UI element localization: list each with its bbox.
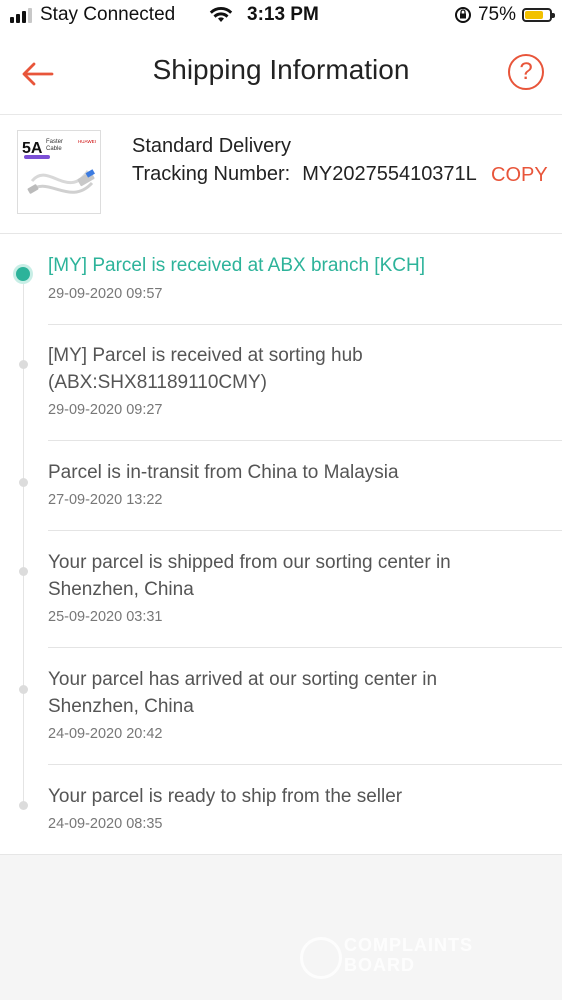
event-timestamp: 27-09-2020 13:22 [48,492,163,508]
event-description: Your parcel has arrived at our sorting c… [48,669,438,717]
product-thumbnail: 5A Faster Cable HUAWEI [17,130,101,214]
timeline-dot [19,478,28,487]
watermark-icon [300,937,342,979]
tracking-timeline: [MY] Parcel is received at ABX branch [K… [0,234,562,855]
thumb-brand: HUAWEI [78,139,96,144]
page-header: Shipping Information ? [0,32,562,115]
event-divider [48,764,562,765]
timeline-line [23,278,24,808]
delivery-info: 5A Faster Cable HUAWEI Standard Delivery… [0,115,562,234]
timeline-dot [19,685,28,694]
event-timestamp: 24-09-2020 20:42 [48,726,163,742]
timeline-dot [19,360,28,369]
delivery-method: Standard Delivery [132,135,291,157]
page-title: Shipping Information [152,54,410,85]
watermark-line2: BOARD [344,955,415,975]
event-description: [MY] Parcel is received at sorting hub (… [48,345,363,393]
event-description: Your parcel is shipped from our sorting … [48,552,451,600]
wifi-icon [209,6,233,22]
tracking-number: MY202755410371L [302,163,477,185]
status-time: 3:13 PM [247,4,319,25]
thumb-badge: 5A [22,140,43,157]
timeline-dot-active [16,267,30,281]
event-divider [48,324,562,325]
event-timestamp: 29-09-2020 09:27 [48,402,163,418]
thumb-text-1: Faster [46,139,63,145]
tracking-row: Tracking Number: MY202755410371L [132,163,477,186]
battery-icon [522,8,555,22]
event-divider [48,440,562,441]
event-divider [48,530,562,531]
orientation-lock-icon [454,7,471,23]
timeline-dot [19,801,28,810]
watermark-logo: COMPLAINTS BOARD [300,935,520,981]
thumb-text-2: Cable [46,146,62,152]
battery-percent: 75% [477,4,516,25]
event-timestamp: 25-09-2020 03:31 [48,609,163,625]
status-bar: Stay Connected 3:13 PM 75% [0,0,562,32]
signal-icon [10,7,32,23]
timeline-dot [19,567,28,576]
carrier-name: Stay Connected [40,4,176,25]
copy-button[interactable]: COPY [491,164,548,187]
event-description: Your parcel is ready to ship from the se… [48,786,403,807]
tracking-label: Tracking Number: [132,163,291,185]
event-description: [MY] Parcel is received at ABX branch [K… [48,255,425,276]
help-button[interactable]: ? [508,54,544,90]
event-description: Parcel is in-transit from China to Malay… [48,462,399,483]
event-timestamp: 29-09-2020 09:57 [48,286,163,302]
event-divider [48,647,562,648]
watermark-line1: COMPLAINTS [344,935,473,955]
event-timestamp: 24-09-2020 08:35 [48,816,163,832]
cable-image: 5A Faster Cable HUAWEI [18,131,100,213]
